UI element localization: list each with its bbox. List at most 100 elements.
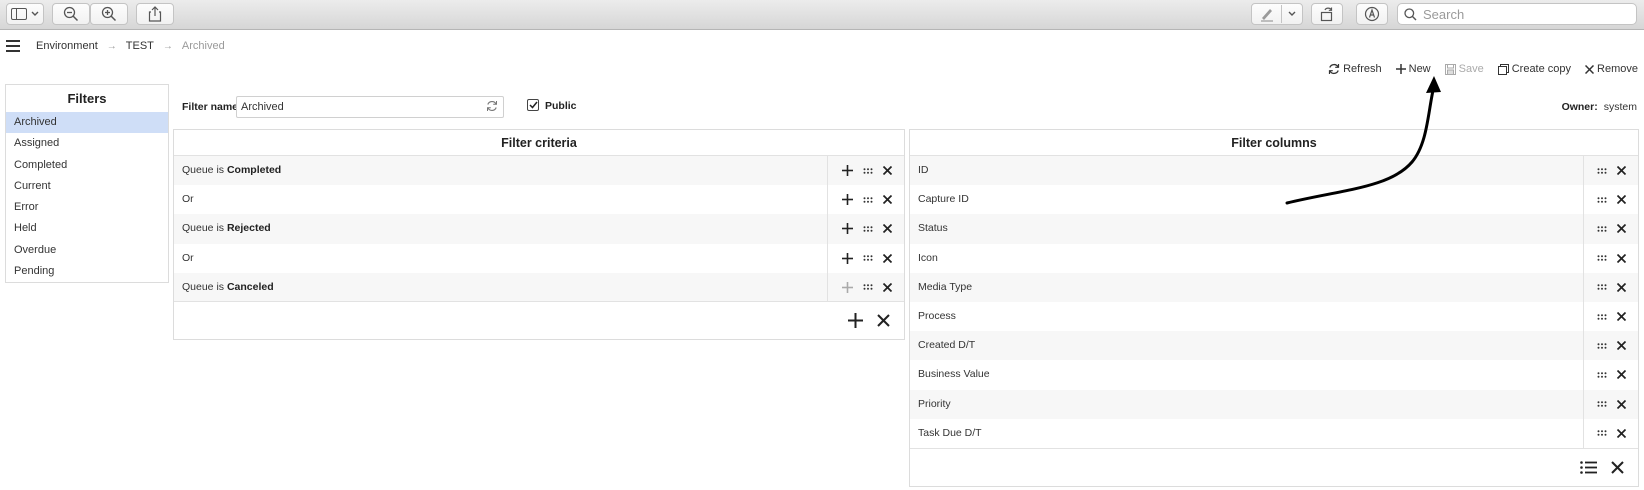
annotate-icon <box>1364 6 1380 22</box>
filter-item-completed[interactable]: Completed <box>6 155 168 176</box>
column-row: Priority <box>910 389 1638 419</box>
drag-handle-icon[interactable] <box>1597 401 1607 407</box>
column-name: Process <box>918 309 956 322</box>
hamburger-menu-icon[interactable] <box>6 40 20 52</box>
add-criteria-icon[interactable] <box>842 194 853 206</box>
zoom-in-button[interactable] <box>90 3 128 25</box>
column-row: Icon <box>910 243 1638 273</box>
drag-handle-icon[interactable] <box>1597 342 1607 349</box>
breadcrumb-environment[interactable]: Environment <box>36 40 98 52</box>
owner-info: Owner: system <box>1562 101 1637 113</box>
filter-criteria-panel: Filter criteria Queue is Completed Or Qu… <box>173 129 905 340</box>
criteria-value: Canceled <box>226 280 274 293</box>
column-name: Media Type <box>918 280 973 293</box>
filter-name-label: Filter name <box>182 101 239 113</box>
criteria-row: Queue is Rejected <box>174 214 904 244</box>
column-row: Task Due D/T <box>910 418 1638 448</box>
refresh-button[interactable]: Refresh <box>1328 63 1382 75</box>
breadcrumb: Environment → TEST → Archived <box>36 40 225 52</box>
remove-column-icon[interactable] <box>1617 195 1626 205</box>
search-field[interactable] <box>1397 3 1637 25</box>
column-row-controls <box>1583 185 1638 215</box>
remove-criteria-icon[interactable] <box>883 253 892 263</box>
rotate-button[interactable] <box>1311 3 1343 25</box>
remove-criteria-icon[interactable] <box>883 195 892 205</box>
add-criteria-icon[interactable] <box>842 165 853 177</box>
drag-handle-icon[interactable] <box>863 284 873 291</box>
search-input[interactable] <box>1423 6 1623 22</box>
add-criteria-disabled-icon <box>842 281 853 293</box>
sidebar-toggle-button[interactable] <box>6 3 44 25</box>
criteria-row: Queue is Completed <box>174 156 904 186</box>
remove-column-icon[interactable] <box>1617 224 1626 234</box>
remove-column-icon[interactable] <box>1617 282 1626 292</box>
drag-handle-icon[interactable] <box>863 255 873 261</box>
create-copy-label: Create copy <box>1511 63 1572 75</box>
remove-column-icon[interactable] <box>1617 370 1626 380</box>
zoom-out-icon <box>63 6 79 22</box>
drag-handle-icon[interactable] <box>1597 196 1607 203</box>
filter-item-archived[interactable]: Archived <box>6 112 168 134</box>
create-copy-button[interactable]: Create copy <box>1497 63 1572 75</box>
remove-column-icon[interactable] <box>1617 312 1626 322</box>
public-checkbox[interactable] <box>527 99 539 111</box>
column-name: Created D/T <box>918 339 976 352</box>
filter-item-pending[interactable]: Pending <box>6 261 168 282</box>
criteria-row: Or <box>174 243 904 273</box>
close-icon <box>1585 64 1595 74</box>
zoom-out-button[interactable] <box>52 3 90 25</box>
remove-column-icon[interactable] <box>1617 399 1626 409</box>
arrow-right-icon: → <box>162 40 173 52</box>
criteria-text: Queue is <box>182 280 227 293</box>
new-button[interactable]: New <box>1395 63 1431 75</box>
copy-icon <box>1497 63 1509 75</box>
drag-handle-icon[interactable] <box>1597 430 1607 437</box>
remove-button[interactable]: Remove <box>1585 63 1638 75</box>
column-name: Priority <box>918 397 951 410</box>
filter-name-input[interactable] <box>236 96 504 118</box>
markup-button[interactable] <box>1251 3 1303 25</box>
clear-criteria-icon[interactable] <box>877 314 890 327</box>
drag-handle-icon[interactable] <box>863 167 873 174</box>
remove-column-icon[interactable] <box>1617 166 1626 176</box>
add-criteria-icon[interactable] <box>842 252 853 264</box>
public-label: Public <box>545 100 577 112</box>
filter-item-error[interactable]: Error <box>6 197 168 218</box>
save-button[interactable]: Save <box>1444 63 1484 75</box>
drag-handle-icon[interactable] <box>1597 226 1607 232</box>
remove-column-icon[interactable] <box>1617 341 1626 351</box>
remove-column-icon[interactable] <box>1617 428 1626 438</box>
remove-column-icon[interactable] <box>1617 253 1626 263</box>
remove-criteria-icon[interactable] <box>883 282 892 292</box>
reset-name-icon[interactable] <box>486 100 498 112</box>
share-button[interactable] <box>136 3 174 25</box>
drag-handle-icon[interactable] <box>1597 284 1607 291</box>
breadcrumb-test[interactable]: TEST <box>126 40 154 52</box>
filter-item-overdue[interactable]: Overdue <box>6 240 168 261</box>
column-row-controls <box>1583 301 1638 332</box>
annotate-button[interactable] <box>1356 3 1388 25</box>
arrow-right-icon: → <box>106 40 117 52</box>
remove-criteria-icon[interactable] <box>883 224 892 234</box>
drag-handle-icon[interactable] <box>1597 255 1607 261</box>
criteria-text: Queue is <box>182 164 227 176</box>
drag-handle-icon[interactable] <box>863 226 873 232</box>
drag-handle-icon[interactable] <box>863 196 873 203</box>
drag-handle-icon[interactable] <box>1597 372 1607 378</box>
criteria-row: Queue is Canceled <box>174 272 904 302</box>
add-criteria-icon[interactable] <box>842 223 853 235</box>
markup-pen-icon <box>1260 9 1273 22</box>
filter-item-held[interactable]: Held <box>6 218 168 239</box>
filter-item-current[interactable]: Current <box>6 176 168 197</box>
drag-handle-icon[interactable] <box>1597 313 1607 320</box>
drag-handle-icon[interactable] <box>1597 167 1607 174</box>
criteria-list: Queue is Completed Or Queue is Rejected <box>174 156 904 302</box>
filter-item-assigned[interactable]: Assigned <box>6 133 168 154</box>
clear-columns-icon[interactable] <box>1611 461 1624 474</box>
share-icon <box>148 6 162 22</box>
column-list-icon[interactable] <box>1580 461 1597 474</box>
remove-criteria-icon[interactable] <box>883 166 892 176</box>
criteria-text: Queue is <box>182 222 227 235</box>
checkmark-icon <box>528 101 538 109</box>
add-group-icon[interactable] <box>848 313 863 328</box>
